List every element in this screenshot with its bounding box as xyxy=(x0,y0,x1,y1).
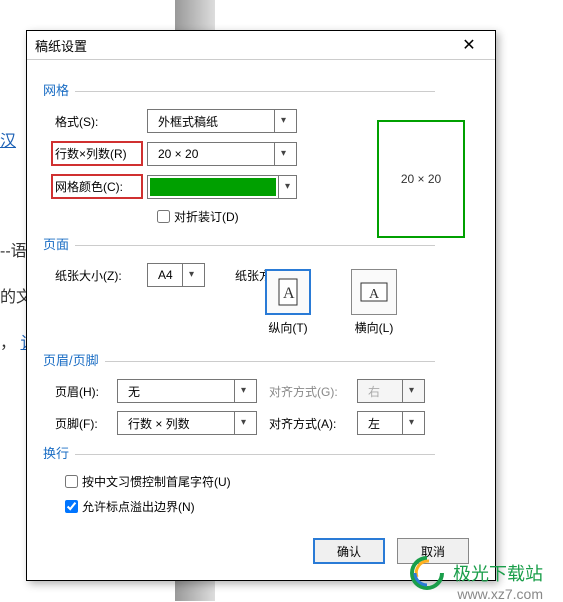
orientation-landscape[interactable]: A xyxy=(351,269,397,315)
format-label: 格式(S): xyxy=(55,113,147,130)
watermark-icon xyxy=(409,555,445,591)
orientation-portrait[interactable]: A xyxy=(265,269,311,315)
bg-text-2: --语 xyxy=(0,232,27,272)
titlebar: 稿纸设置 ✕ xyxy=(27,31,495,60)
binding-label: 对折装订(D) xyxy=(174,208,239,225)
header-align-select: 右▾ xyxy=(357,379,425,403)
section-linebreak: 换行 xyxy=(43,443,475,462)
footer-align-label: 对齐方式(A): xyxy=(269,415,357,432)
bg-text-1: 汉 xyxy=(0,133,16,150)
genkou-settings-dialog: 稿纸设置 ✕ 网格 格式(S): 外框式稿纸▾ 行数×列数(R) 20 × 20… xyxy=(26,30,496,581)
cjk-linebreak-label: 按中文习惯控制首尾字符(U) xyxy=(82,473,231,490)
header-label: 页眉(H): xyxy=(55,383,117,400)
footer-align-select[interactable]: 左▾ xyxy=(357,411,425,435)
rowscols-select[interactable]: 20 × 20▾ xyxy=(147,142,297,166)
section-headerfooter: 页眉/页脚 xyxy=(43,350,475,369)
gridcolor-select[interactable]: ▾ xyxy=(147,175,297,199)
header-select[interactable]: 无▾ xyxy=(117,379,257,403)
section-grid: 网格 xyxy=(43,80,475,99)
punct-overflow-checkbox[interactable] xyxy=(65,500,78,513)
binding-checkbox[interactable] xyxy=(157,210,170,223)
ok-button[interactable]: 确认 xyxy=(313,538,385,564)
portrait-icon: A xyxy=(274,278,302,306)
gridcolor-label: 网格颜色(C): xyxy=(51,174,143,199)
watermark: 极光下载站 www.xz7.com xyxy=(409,555,543,591)
papersize-label: 纸张大小(Z): xyxy=(55,267,147,284)
grid-preview: 20 × 20 xyxy=(377,120,465,238)
footer-label: 页脚(F): xyxy=(55,415,117,432)
svg-text:A: A xyxy=(369,287,380,302)
color-swatch xyxy=(150,178,276,196)
footer-select[interactable]: 行数 × 列数▾ xyxy=(117,411,257,435)
format-select[interactable]: 外框式稿纸▾ xyxy=(147,109,297,133)
cjk-linebreak-checkbox[interactable] xyxy=(65,475,78,488)
dialog-title: 稿纸设置 xyxy=(35,36,87,55)
svg-text:A: A xyxy=(283,285,295,302)
header-align-label: 对齐方式(G): xyxy=(269,383,357,400)
close-button[interactable]: ✕ xyxy=(449,35,489,55)
landscape-icon: A xyxy=(360,278,388,306)
rowscols-label: 行数×列数(R) xyxy=(51,141,143,166)
papersize-select[interactable]: A4▾ xyxy=(147,263,205,287)
punct-overflow-label: 允许标点溢出边界(N) xyxy=(82,498,195,515)
